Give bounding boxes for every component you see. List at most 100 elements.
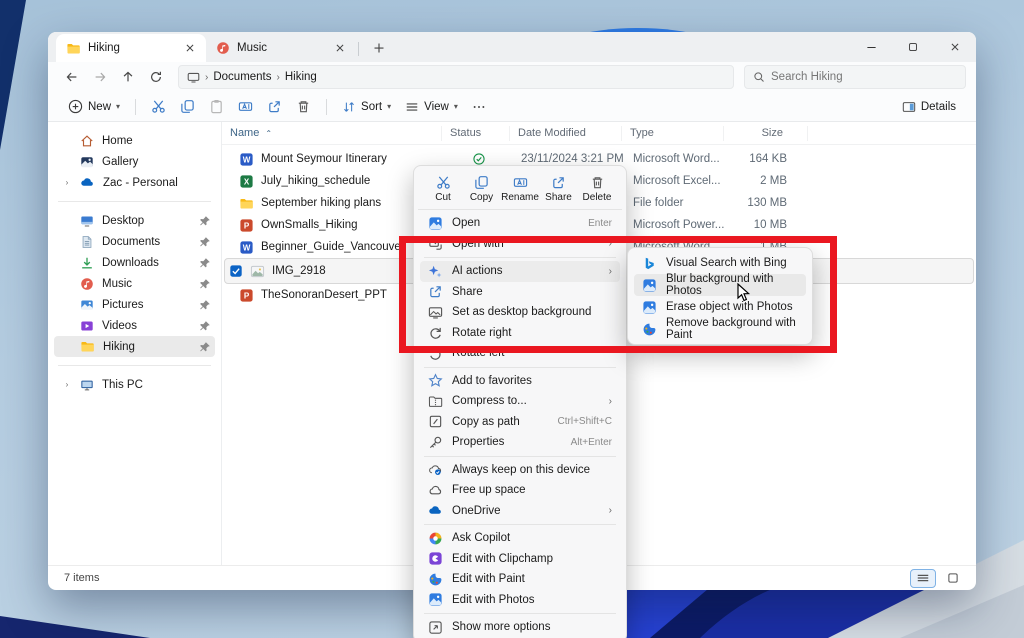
details-view-toggle[interactable] bbox=[910, 569, 936, 588]
sidebar-item-videos[interactable]: Videos bbox=[54, 315, 215, 336]
new-button[interactable]: New ▾ bbox=[62, 95, 126, 119]
share-button[interactable] bbox=[261, 95, 288, 119]
breadcrumb[interactable]: › Documents › Hiking bbox=[178, 65, 734, 89]
submenu-item-remove-background-with-paint[interactable]: Remove background with Paint bbox=[634, 318, 806, 340]
menu-item-edit-with-paint[interactable]: Edit with Paint bbox=[420, 569, 620, 590]
close-tab-icon[interactable] bbox=[182, 40, 198, 56]
breadcrumb-documents[interactable]: Documents bbox=[213, 71, 271, 83]
menu-item-add-to-favorites[interactable]: Add to favorites bbox=[420, 371, 620, 392]
menu-item-free-up-space[interactable]: Free up space bbox=[420, 480, 620, 501]
menu-item-share[interactable]: Share bbox=[420, 282, 620, 303]
chevron-right-icon: › bbox=[609, 266, 612, 277]
menu-separator bbox=[424, 367, 616, 368]
folder-icon bbox=[66, 41, 81, 56]
chevron-right-icon: › bbox=[609, 396, 612, 407]
sidebar-item-this-pc[interactable]: ›This PC bbox=[54, 374, 215, 395]
close-button[interactable] bbox=[934, 32, 976, 62]
menu-item-open-with[interactable]: Open with› bbox=[420, 234, 620, 255]
more-options-button[interactable] bbox=[466, 95, 492, 119]
paste-button[interactable] bbox=[203, 95, 230, 119]
sidebar-item-label: Documents bbox=[102, 236, 191, 248]
menu-item-copy-as-path[interactable]: Copy as pathCtrl+Shift+C bbox=[420, 412, 620, 433]
sidebar-item-music[interactable]: Music bbox=[54, 273, 215, 294]
maximize-button[interactable] bbox=[892, 32, 934, 62]
navigation-bar: › Documents › Hiking bbox=[48, 62, 976, 92]
menu-item-properties[interactable]: PropertiesAlt+Enter bbox=[420, 432, 620, 453]
menu-item-label: Always keep on this device bbox=[452, 464, 612, 476]
sidebar-item-documents[interactable]: Documents bbox=[54, 231, 215, 252]
sort-icon bbox=[342, 100, 356, 114]
desktop: Hiking Music › Doc bbox=[0, 0, 1024, 638]
menu-item-compress-to-[interactable]: Compress to... › bbox=[420, 391, 620, 412]
checkbox-checked-icon[interactable] bbox=[229, 264, 243, 278]
view-button[interactable]: View ▾ bbox=[399, 95, 464, 119]
column-header-date[interactable]: Date Modified bbox=[510, 126, 622, 141]
new-tab-button[interactable] bbox=[367, 36, 391, 60]
forward-button[interactable] bbox=[88, 65, 112, 89]
word-icon: W bbox=[239, 152, 254, 167]
sidebar-item-zac-personal[interactable]: ›Zac - Personal bbox=[54, 172, 215, 193]
onedrive-icon bbox=[80, 175, 95, 190]
plus-circle-icon bbox=[68, 99, 83, 114]
refresh-button[interactable] bbox=[144, 65, 168, 89]
column-header-name[interactable]: Name⌃ bbox=[222, 126, 442, 141]
up-button[interactable] bbox=[116, 65, 140, 89]
tab-hiking[interactable]: Hiking bbox=[56, 34, 206, 62]
context-strip-rename[interactable]: Rename bbox=[501, 173, 539, 205]
submenu-item-blur-background-with-photos[interactable]: Blur background with Photos bbox=[634, 274, 806, 296]
rename-button[interactable] bbox=[232, 95, 259, 119]
menu-item-ai-actions[interactable]: AI actions› bbox=[420, 261, 620, 282]
menu-item-edit-with-clipchamp[interactable]: Edit with Clipchamp bbox=[420, 549, 620, 570]
context-strip-cut[interactable]: Cut bbox=[424, 173, 462, 205]
sidebar-item-downloads[interactable]: Downloads bbox=[54, 252, 215, 273]
menu-item-label: Compress to... bbox=[452, 395, 600, 407]
delete-button[interactable] bbox=[290, 95, 317, 119]
back-button[interactable] bbox=[60, 65, 84, 89]
search-box[interactable] bbox=[744, 65, 966, 89]
copy-button[interactable] bbox=[174, 95, 201, 119]
column-header-type[interactable]: Type bbox=[622, 126, 724, 141]
menu-item-open[interactable]: OpenEnter bbox=[420, 213, 620, 234]
cut-button[interactable] bbox=[145, 95, 172, 119]
sidebar-item-hiking[interactable]: Hiking bbox=[54, 336, 215, 357]
file-name: Mount Seymour Itinerary bbox=[261, 153, 387, 165]
column-header-status[interactable]: Status bbox=[442, 126, 510, 141]
svg-text:X: X bbox=[244, 177, 250, 186]
details-pane-button[interactable]: Details bbox=[896, 95, 962, 119]
sidebar-item-desktop[interactable]: Desktop bbox=[54, 210, 215, 231]
view-button-label: View bbox=[424, 101, 449, 113]
tab-music[interactable]: Music bbox=[206, 34, 356, 62]
minimize-button[interactable] bbox=[850, 32, 892, 62]
expander-icon[interactable]: › bbox=[62, 178, 72, 187]
item-count: 7 items bbox=[64, 572, 99, 584]
close-tab-icon[interactable] bbox=[332, 40, 348, 56]
menu-item-show-more-options[interactable]: Show more options bbox=[420, 617, 620, 638]
menu-item-always-keep-on-this-device[interactable]: Always keep on this device bbox=[420, 460, 620, 481]
copy-icon bbox=[474, 175, 489, 190]
folder-icon bbox=[239, 196, 254, 211]
sidebar-item-gallery[interactable]: Gallery bbox=[54, 151, 215, 172]
breadcrumb-hiking[interactable]: Hiking bbox=[285, 71, 317, 83]
submenu-item-erase-object-with-photos[interactable]: Erase object with Photos bbox=[634, 296, 806, 318]
expander-icon[interactable]: › bbox=[62, 380, 72, 389]
menu-item-ask-copilot[interactable]: Ask Copilot bbox=[420, 528, 620, 549]
menu-item-rotate-right[interactable]: Rotate right bbox=[420, 323, 620, 344]
menu-item-set-as-desktop-background[interactable]: Set as desktop background bbox=[420, 302, 620, 323]
menu-item-rotate-left[interactable]: Rotate left bbox=[420, 343, 620, 364]
sidebar-item-home[interactable]: Home bbox=[54, 130, 215, 151]
sort-button[interactable]: Sort ▾ bbox=[336, 95, 397, 119]
column-header-size[interactable]: Size bbox=[724, 126, 808, 141]
pin-icon bbox=[199, 278, 211, 290]
photos-icon bbox=[642, 278, 657, 293]
icons-view-toggle[interactable] bbox=[940, 569, 966, 588]
context-strip-delete[interactable]: Delete bbox=[578, 173, 616, 205]
menu-item-onedrive[interactable]: OneDrive› bbox=[420, 501, 620, 522]
sidebar-item-pictures[interactable]: Pictures bbox=[54, 294, 215, 315]
context-strip-share[interactable]: Share bbox=[540, 173, 578, 205]
menu-item-label: Rotate right bbox=[452, 327, 612, 339]
cut-icon bbox=[436, 175, 451, 190]
menu-item-edit-with-photos[interactable]: Edit with Photos bbox=[420, 590, 620, 611]
search-input[interactable] bbox=[771, 71, 957, 83]
context-strip-copy[interactable]: Copy bbox=[463, 173, 501, 205]
submenu-item-visual-search-with-bing[interactable]: Visual Search with Bing bbox=[634, 252, 806, 274]
